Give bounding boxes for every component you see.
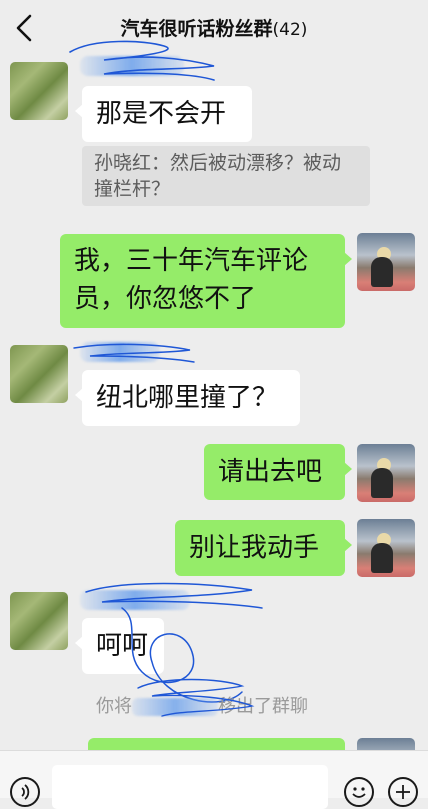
- message-bubble[interactable]: 请出去吧: [204, 444, 352, 500]
- input-bar: [0, 750, 428, 809]
- avatar-figure-body: [371, 257, 393, 287]
- plus-icon[interactable]: [388, 777, 418, 807]
- message-text: 别让我动手: [189, 533, 320, 563]
- chat-header: 汽车很听话粉丝群(42): [0, 0, 428, 56]
- quoted-message[interactable]: 孙晓红：然后被动漂移？被动撞栏杆？: [82, 146, 370, 206]
- message-text: 纽北哪里撞了？: [96, 383, 279, 413]
- message-input[interactable]: [52, 765, 328, 809]
- message-bubble[interactable]: 纽北哪里撞了？: [75, 370, 300, 426]
- group-title: 汽车很听话粉丝群(42): [60, 14, 368, 41]
- back-chevron-icon[interactable]: [8, 10, 44, 46]
- member-avatar[interactable]: [10, 592, 68, 650]
- avatar-figure-body: [371, 468, 393, 498]
- system-notice: 你将 移出了群聊: [96, 692, 308, 718]
- my-avatar[interactable]: [357, 519, 415, 577]
- system-notice-prefix: 你将: [96, 696, 132, 717]
- message-text: 那是不会开: [96, 99, 227, 129]
- message-bubble[interactable]: 那是不会开: [75, 86, 252, 142]
- avatar-figure-body: [371, 543, 393, 573]
- sender-nickname-redacted: [80, 56, 184, 76]
- message-bubble[interactable]: 我，三十年汽车评论员，你忽悠不了: [60, 234, 352, 328]
- sender-nickname-redacted: [80, 342, 160, 362]
- removed-member-redacted: [132, 698, 218, 716]
- group-name: 汽车很听话粉丝群: [120, 18, 273, 40]
- emoji-icon[interactable]: [344, 777, 374, 807]
- message-text: 我，三十年汽车评论员，你忽悠不了: [74, 246, 309, 314]
- message-text: 请出去吧: [218, 457, 323, 487]
- voice-icon[interactable]: [10, 777, 40, 807]
- my-avatar[interactable]: [357, 444, 415, 502]
- my-avatar[interactable]: [357, 233, 415, 291]
- member-avatar[interactable]: [10, 345, 68, 403]
- system-notice-suffix: 移出了群聊: [218, 696, 308, 717]
- message-bubble[interactable]: 呵呵: [75, 618, 164, 674]
- member-avatar[interactable]: [10, 62, 68, 120]
- message-bubble[interactable]: 别让我动手: [175, 520, 352, 576]
- member-count: (42): [272, 20, 308, 40]
- quote-text: 孙晓红：然后被动漂移？被动撞栏杆？: [94, 152, 342, 200]
- message-text: 呵呵: [96, 631, 149, 661]
- sender-nickname-redacted: [80, 590, 190, 610]
